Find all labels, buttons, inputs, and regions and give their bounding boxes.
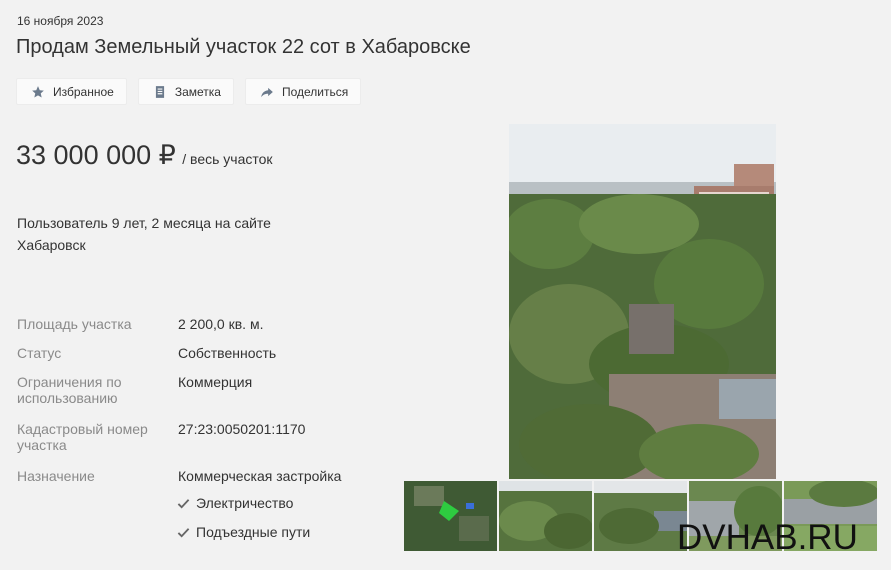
property-value: Коммерческая застройка (178, 468, 342, 484)
listing-date: 16 ноября 2023 (17, 14, 104, 28)
price: 33 000 000 ₽ / весь участок (16, 140, 273, 171)
favorite-label: Избранное (53, 84, 114, 99)
thumbnail[interactable] (404, 481, 497, 551)
property-key: Кадастровый номер участка (17, 421, 148, 453)
property-key: Статус (17, 345, 62, 361)
seller-city: Хабаровск (17, 237, 86, 253)
seller-tenure: Пользователь 9 лет, 2 месяца на сайте (17, 215, 271, 231)
seller-info: Пользователь 9 лет, 2 месяца на сайте Ха… (17, 212, 271, 256)
note-icon (155, 85, 164, 98)
property-value: Собственность (178, 345, 277, 361)
property-value: 27:23:0050201:1170 (178, 421, 306, 437)
note-button[interactable]: Заметка (137, 78, 234, 105)
property-value: 2 200,0 кв. м. (178, 316, 264, 332)
check-icon (177, 527, 190, 538)
watermark-logo: DVHAB.RU (677, 518, 858, 557)
property-key: Площадь участка (17, 316, 132, 332)
feature-item: Электричество (177, 495, 293, 511)
listing-title: Продам Земельный участок 22 сот в Хабаро… (16, 36, 471, 58)
note-label: Заметка (174, 84, 221, 99)
main-photo[interactable] (509, 124, 776, 479)
favorite-button[interactable]: Избранное (16, 78, 127, 105)
property-key: Ограничения по использованию (17, 374, 122, 406)
feature-item: Подъездные пути (177, 524, 310, 540)
check-icon (177, 498, 190, 509)
feature-label: Электричество (196, 495, 294, 511)
property-key: Назначение (17, 468, 95, 484)
share-label: Поделиться (281, 84, 349, 99)
star-icon (32, 85, 44, 98)
thumbnail[interactable] (594, 481, 687, 551)
property-value: Коммерция (178, 374, 253, 390)
price-amount: 33 000 000 ₽ (16, 140, 176, 170)
share-button[interactable]: Поделиться (244, 78, 362, 105)
price-unit: / весь участок (182, 151, 273, 167)
action-bar: Избранное Заметка Поделиться (16, 78, 362, 105)
thumbnail[interactable] (499, 481, 592, 551)
feature-label: Подъездные пути (196, 524, 311, 540)
share-icon (261, 87, 273, 97)
